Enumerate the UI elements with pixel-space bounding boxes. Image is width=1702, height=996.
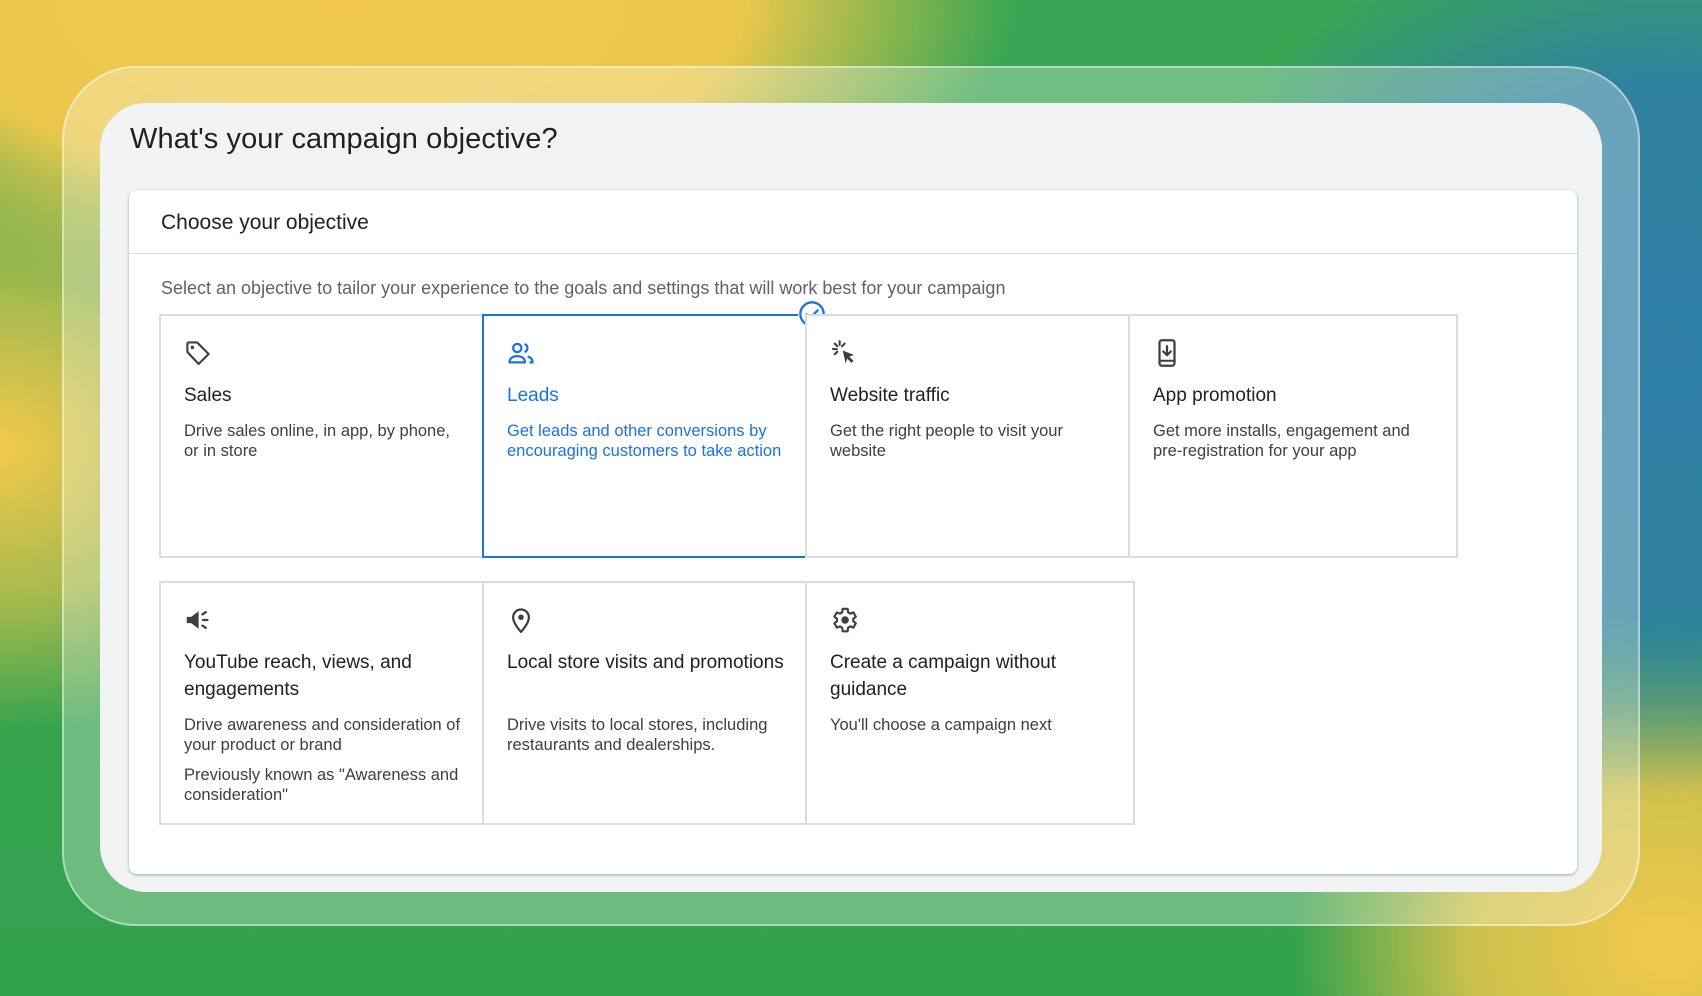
objective-description: Get leads and other conversions by encou… bbox=[507, 422, 782, 460]
objective-card-sales[interactable]: Sales Drive sales online, in app, by pho… bbox=[159, 314, 489, 558]
megaphone-icon bbox=[183, 605, 213, 635]
people-icon bbox=[506, 338, 536, 368]
panel-header: Choose your objective bbox=[129, 190, 1577, 254]
gear-icon bbox=[829, 605, 859, 635]
objective-description: Drive awareness and consideration of you… bbox=[184, 716, 461, 754]
objective-card-leads[interactable]: Leads Get leads and other conversions by… bbox=[482, 300, 826, 558]
objective-title: Sales bbox=[184, 385, 232, 406]
phone-download-icon bbox=[1152, 338, 1182, 368]
objective-description: Drive visits to local stores, including … bbox=[507, 716, 768, 754]
objective-card-no-guidance[interactable]: Create a campaign without guidance You'l… bbox=[805, 581, 1135, 825]
objective-title: Create a campaign without guidance bbox=[830, 652, 1057, 700]
panel-subtitle: Select an objective to tailor your exper… bbox=[161, 278, 1006, 298]
panel-title: Choose your objective bbox=[161, 211, 369, 234]
objective-card-local-store-visits[interactable]: Local store visits and promotions Drive … bbox=[482, 581, 812, 825]
objective-title: App promotion bbox=[1153, 385, 1277, 406]
objective-note: Previously known as "Awareness and consi… bbox=[184, 766, 459, 804]
objective-title: Leads bbox=[507, 385, 559, 406]
objective-title: YouTube reach, views, and engagements bbox=[184, 652, 412, 700]
campaign-objective-window: What's your campaign objective? Choose y… bbox=[100, 103, 1602, 892]
objective-description: Get the right people to visit your websi… bbox=[830, 422, 1063, 460]
objective-panel: Choose your objective Select an objectiv… bbox=[129, 190, 1577, 874]
page-title: What's your campaign objective? bbox=[130, 123, 558, 155]
location-pin-icon bbox=[506, 605, 536, 635]
objective-description: Get more installs, engagement and pre-re… bbox=[1153, 422, 1410, 460]
cursor-click-icon bbox=[829, 338, 859, 368]
objective-title: Local store visits and promotions bbox=[507, 652, 784, 673]
objective-card-app-promotion[interactable]: App promotion Get more installs, engagem… bbox=[1128, 314, 1458, 558]
objective-card-youtube-reach[interactable]: YouTube reach, views, and engagements Dr… bbox=[159, 581, 489, 825]
objective-card-website-traffic[interactable]: Website traffic Get the right people to … bbox=[805, 314, 1135, 558]
objective-description: You'll choose a campaign next bbox=[830, 716, 1052, 734]
objective-title: Website traffic bbox=[830, 385, 950, 406]
tag-icon bbox=[183, 338, 213, 368]
objective-description: Drive sales online, in app, by phone, or… bbox=[184, 422, 450, 460]
